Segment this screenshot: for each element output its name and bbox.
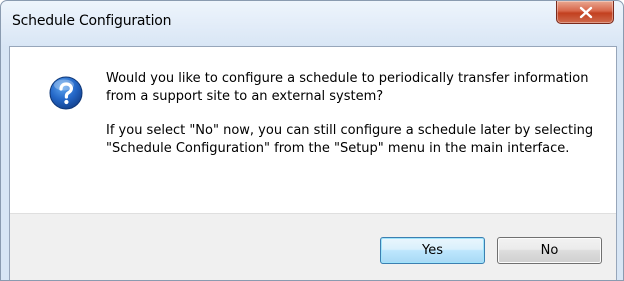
button-bar: Yes No [10,213,616,280]
window-title: Schedule Configuration [12,13,172,29]
question-icon [49,76,83,110]
message-paragraph-1: Would you like to configure a schedule t… [106,71,589,104]
dialog-client-area: Would you like to configure a schedule t… [9,46,617,280]
no-button[interactable]: No [497,237,602,264]
close-icon [579,6,593,19]
dialog-window: Schedule Configuration Would you like to… [0,0,624,281]
title-bar[interactable]: Schedule Configuration [1,1,623,45]
message-paragraph-2: If you select "No" now, you can still co… [106,123,594,156]
message-text: Would you like to configure a schedule t… [106,70,596,157]
message-area: Would you like to configure a schedule t… [10,47,616,213]
yes-button[interactable]: Yes [380,237,485,264]
close-button[interactable] [556,1,614,24]
